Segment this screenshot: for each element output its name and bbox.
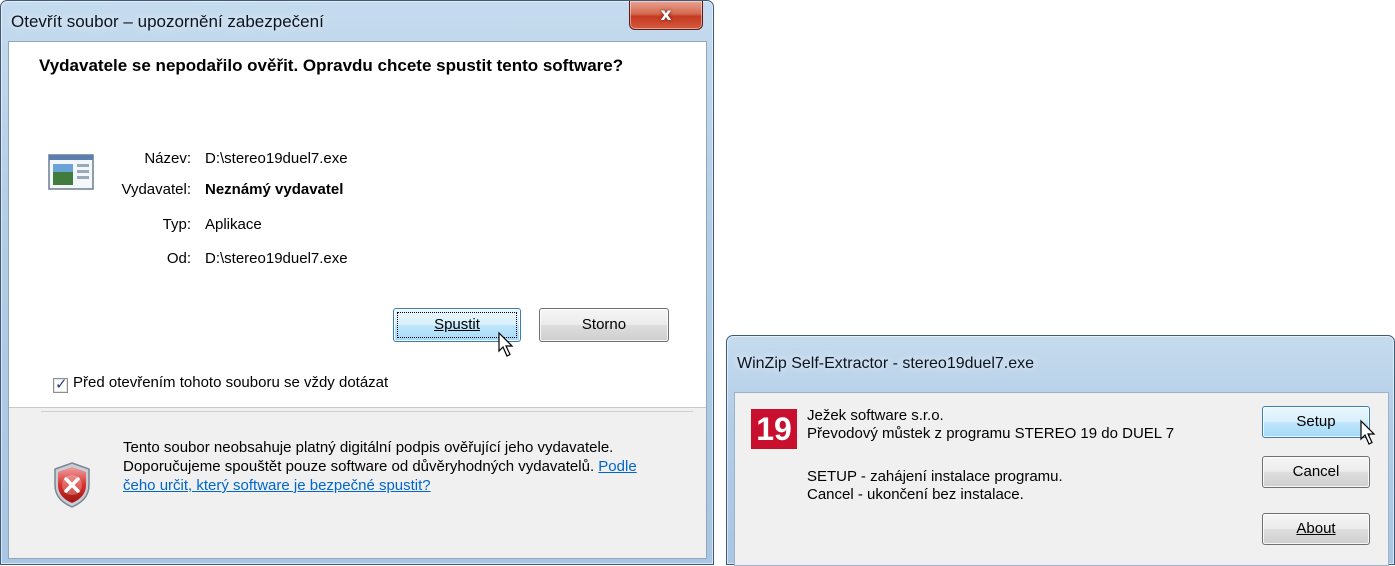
dialog-client-area: 19 Ježek software s.r.o. Převodový můste…	[734, 392, 1389, 566]
setup-button[interactable]: Setup	[1262, 406, 1370, 438]
warning-text: Tento soubor neobsahuje platný digitální…	[123, 439, 614, 475]
close-button[interactable]: x	[629, 1, 703, 30]
cancel-button-label: Cancel	[1292, 463, 1340, 480]
about-button-label: About	[1296, 520, 1336, 537]
dialog-title: WinZip Self-Extractor - stereo19duel7.ex…	[737, 355, 1035, 372]
about-button[interactable]: About	[1262, 513, 1370, 545]
field-label: Vydavatel:	[121, 181, 192, 198]
warning-heading: Vydavatele se nepodařilo ověřit. Opravdu…	[39, 56, 624, 75]
product-logo: 19	[751, 409, 797, 449]
product-description: Převodový můstek z programu STEREO 19 do…	[807, 425, 1175, 442]
separator	[41, 411, 693, 412]
company-name: Ježek software s.r.o.	[807, 407, 944, 424]
warning-description: Tento soubor neobsahuje platný digitální…	[123, 438, 663, 495]
mouse-cursor-icon	[498, 331, 514, 357]
cancel-button[interactable]: Cancel	[1262, 456, 1370, 488]
cancel-button[interactable]: Storno	[539, 308, 669, 342]
field-value: Neznámý vydavatel	[205, 181, 344, 198]
setup-button-label: Setup	[1296, 413, 1336, 430]
cancel-instruction: Cancel - ukončení bez instalace.	[807, 486, 1024, 503]
close-icon: x	[660, 5, 672, 25]
winzip-self-extractor-dialog: WinZip Self-Extractor - stereo19duel7.ex…	[726, 335, 1395, 566]
field-value: D:\stereo19duel7.exe	[205, 250, 348, 267]
field-label: Název:	[144, 150, 191, 167]
always-ask-label[interactable]: Před otevřením tohoto souboru se vždy do…	[73, 374, 388, 391]
field-value: D:\stereo19duel7.exe	[205, 150, 348, 167]
shield-error-icon	[54, 462, 90, 508]
cancel-button-label: Storno	[581, 316, 627, 333]
setup-instruction: SETUP - zahájení instalace programu.	[807, 468, 1063, 485]
always-ask-checkbox[interactable]: ✓	[53, 375, 68, 393]
run-button-label: Spustit	[434, 316, 480, 333]
checkmark-icon: ✓	[55, 375, 68, 393]
field-label: Typ:	[162, 216, 191, 233]
dialog-title: Otevřít soubor – upozornění zabezpečení	[11, 12, 324, 31]
field-label: Od:	[166, 250, 191, 267]
security-warning-dialog: Otevřít soubor – upozornění zabezpečení …	[0, 0, 714, 565]
mouse-cursor-icon	[1360, 419, 1376, 445]
field-value: Aplikace	[205, 216, 262, 233]
